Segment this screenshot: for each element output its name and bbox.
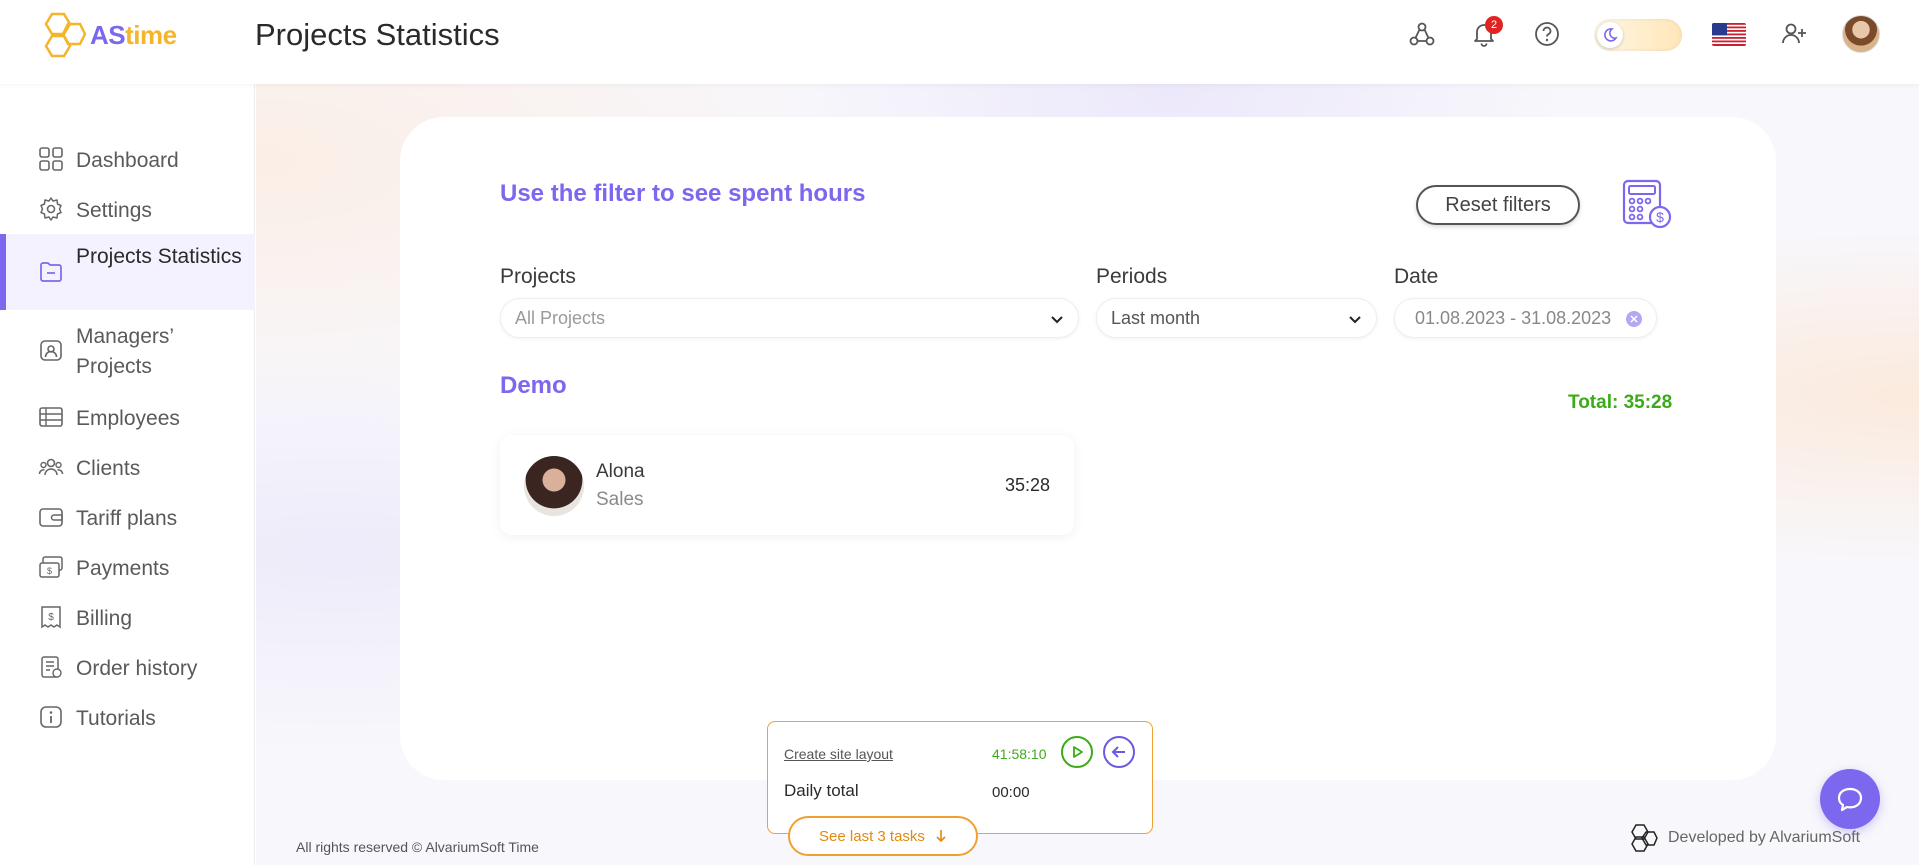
chat-support-button[interactable] [1820, 769, 1880, 829]
sidebar-item-label: Projects Statistics [76, 245, 242, 268]
sidebar-item-label: Payments [76, 557, 170, 580]
payments-icon: $ [38, 554, 64, 580]
sidebar-item-label: Billing [76, 607, 133, 630]
project-group-title: Demo [500, 372, 567, 399]
add-user-icon[interactable] [1778, 18, 1810, 50]
sidebar-item-label: Settings [76, 199, 152, 222]
reset-filters-button[interactable]: Reset filters [1416, 185, 1580, 225]
page-title: Projects Statistics [255, 17, 500, 52]
wallet-icon [38, 504, 64, 530]
projects-label: Projects [500, 265, 576, 288]
calculator-money-icon[interactable]: $ [1620, 179, 1672, 231]
sidebar-item-label: Clients [76, 457, 141, 480]
svg-text:$: $ [1656, 209, 1664, 225]
employee-time: 35:28 [1004, 475, 1050, 495]
folder-icon [38, 259, 64, 285]
developed-by-text: Developed by AlvariumSoft [1668, 829, 1861, 846]
date-range-input[interactable]: 01.08.2023 - 31.08.2023 [1394, 298, 1657, 338]
employee-avatar [524, 456, 584, 516]
sidebar-item-label: Tariff plans [76, 507, 178, 530]
manager-icon [38, 337, 64, 363]
sidebar-item-label: Tutorials [76, 707, 156, 730]
current-task-link[interactable]: Create site layout [784, 746, 893, 762]
sidebar-item-label: Managers’ Projects [76, 325, 174, 378]
task-timer: 41:58:10 [992, 746, 1047, 762]
clients-icon [38, 454, 64, 480]
sidebar-item-billing[interactable]: $ Billing [0, 602, 255, 638]
app-logo[interactable]: AStime [38, 12, 177, 58]
sidebar-item-tariff-plans[interactable]: Tariff plans [0, 502, 255, 538]
collapse-button[interactable] [1103, 736, 1135, 768]
svg-text:$: $ [48, 612, 54, 623]
info-icon [38, 704, 64, 730]
sidebar-item-dashboard[interactable]: Dashboard [0, 144, 255, 180]
arrow-down-icon [936, 830, 946, 843]
employee-name: Alona [596, 461, 645, 482]
chat-bubble-icon [1837, 787, 1863, 812]
us-flag-icon[interactable] [1712, 23, 1746, 46]
chevron-down-icon [1051, 316, 1063, 324]
sidebar-item-settings[interactable]: Settings [0, 194, 255, 230]
employee-card[interactable]: Alona Sales 35:28 [500, 435, 1074, 535]
date-range-value: 01.08.2023 - 31.08.2023 [1415, 307, 1612, 328]
developer-credit[interactable]: Developed by AlvariumSoft [1628, 824, 1860, 852]
network-icon[interactable] [1406, 18, 1438, 50]
arrow-left-icon [1111, 746, 1125, 758]
date-label: Date [1394, 265, 1439, 288]
chevron-down-icon [1349, 316, 1361, 324]
sidebar-item-label: Order history [76, 657, 198, 680]
projects-select[interactable]: All Projects [500, 298, 1079, 338]
honeycomb-logo-icon [44, 12, 86, 58]
sidebar-item-order-history[interactable]: Order history [0, 652, 255, 688]
top-header: AStime Projects Statistics 2 [0, 0, 1919, 84]
see-last-tasks-button[interactable]: See last 3 tasks [788, 816, 978, 856]
billing-icon: $ [38, 604, 64, 630]
projects-select-value: All Projects [515, 307, 606, 328]
order-history-icon [38, 654, 64, 680]
gear-icon [38, 196, 64, 222]
employee-role: Sales [596, 489, 644, 510]
see-last-tasks-label: See last 3 tasks [819, 827, 925, 845]
daily-total-label: Daily total [784, 781, 859, 800]
play-icon [1073, 746, 1083, 758]
sidebar-item-tutorials[interactable]: Tutorials [0, 702, 255, 738]
sidebar-item-clients[interactable]: Clients [0, 452, 255, 488]
logo-text: AStime [90, 19, 177, 50]
bell-icon[interactable]: 2 [1468, 16, 1503, 50]
daily-total-value: 00:00 [992, 784, 1030, 801]
user-avatar[interactable] [1842, 15, 1880, 53]
notification-badge: 2 [1485, 16, 1503, 34]
sidebar: Dashboard Settings Projects Statistics M… [0, 84, 255, 865]
sidebar-item-employees[interactable]: Employees [0, 402, 255, 438]
moon-icon [1597, 22, 1623, 48]
active-indicator [0, 234, 6, 310]
sidebar-item-payments[interactable]: $ Payments [0, 552, 255, 588]
periods-select[interactable]: Last month [1096, 298, 1377, 338]
filter-heading: Use the filter to see spent hours [500, 180, 866, 207]
dashboard-icon [38, 146, 64, 172]
clear-date-icon[interactable] [1626, 311, 1642, 327]
sidebar-item-label: Dashboard [76, 149, 179, 172]
project-total: Total: 35:28 [1568, 392, 1673, 413]
sidebar-item-projects-statistics[interactable]: Projects Statistics [0, 234, 255, 310]
employees-icon [38, 404, 64, 430]
sidebar-item-label: Employees [76, 407, 180, 430]
copyright-text: All rights reserved © AlvariumSoft Time [296, 839, 539, 855]
help-icon[interactable] [1531, 18, 1563, 50]
periods-label: Periods [1096, 265, 1168, 288]
alvariumsoft-logo-icon [1631, 824, 1658, 852]
theme-toggle[interactable] [1594, 19, 1682, 51]
svg-text:$: $ [47, 566, 52, 576]
sidebar-item-managers-projects[interactable]: Managers’ Projects [0, 322, 255, 382]
play-button[interactable] [1061, 736, 1093, 768]
periods-select-value: Last month [1111, 307, 1201, 328]
